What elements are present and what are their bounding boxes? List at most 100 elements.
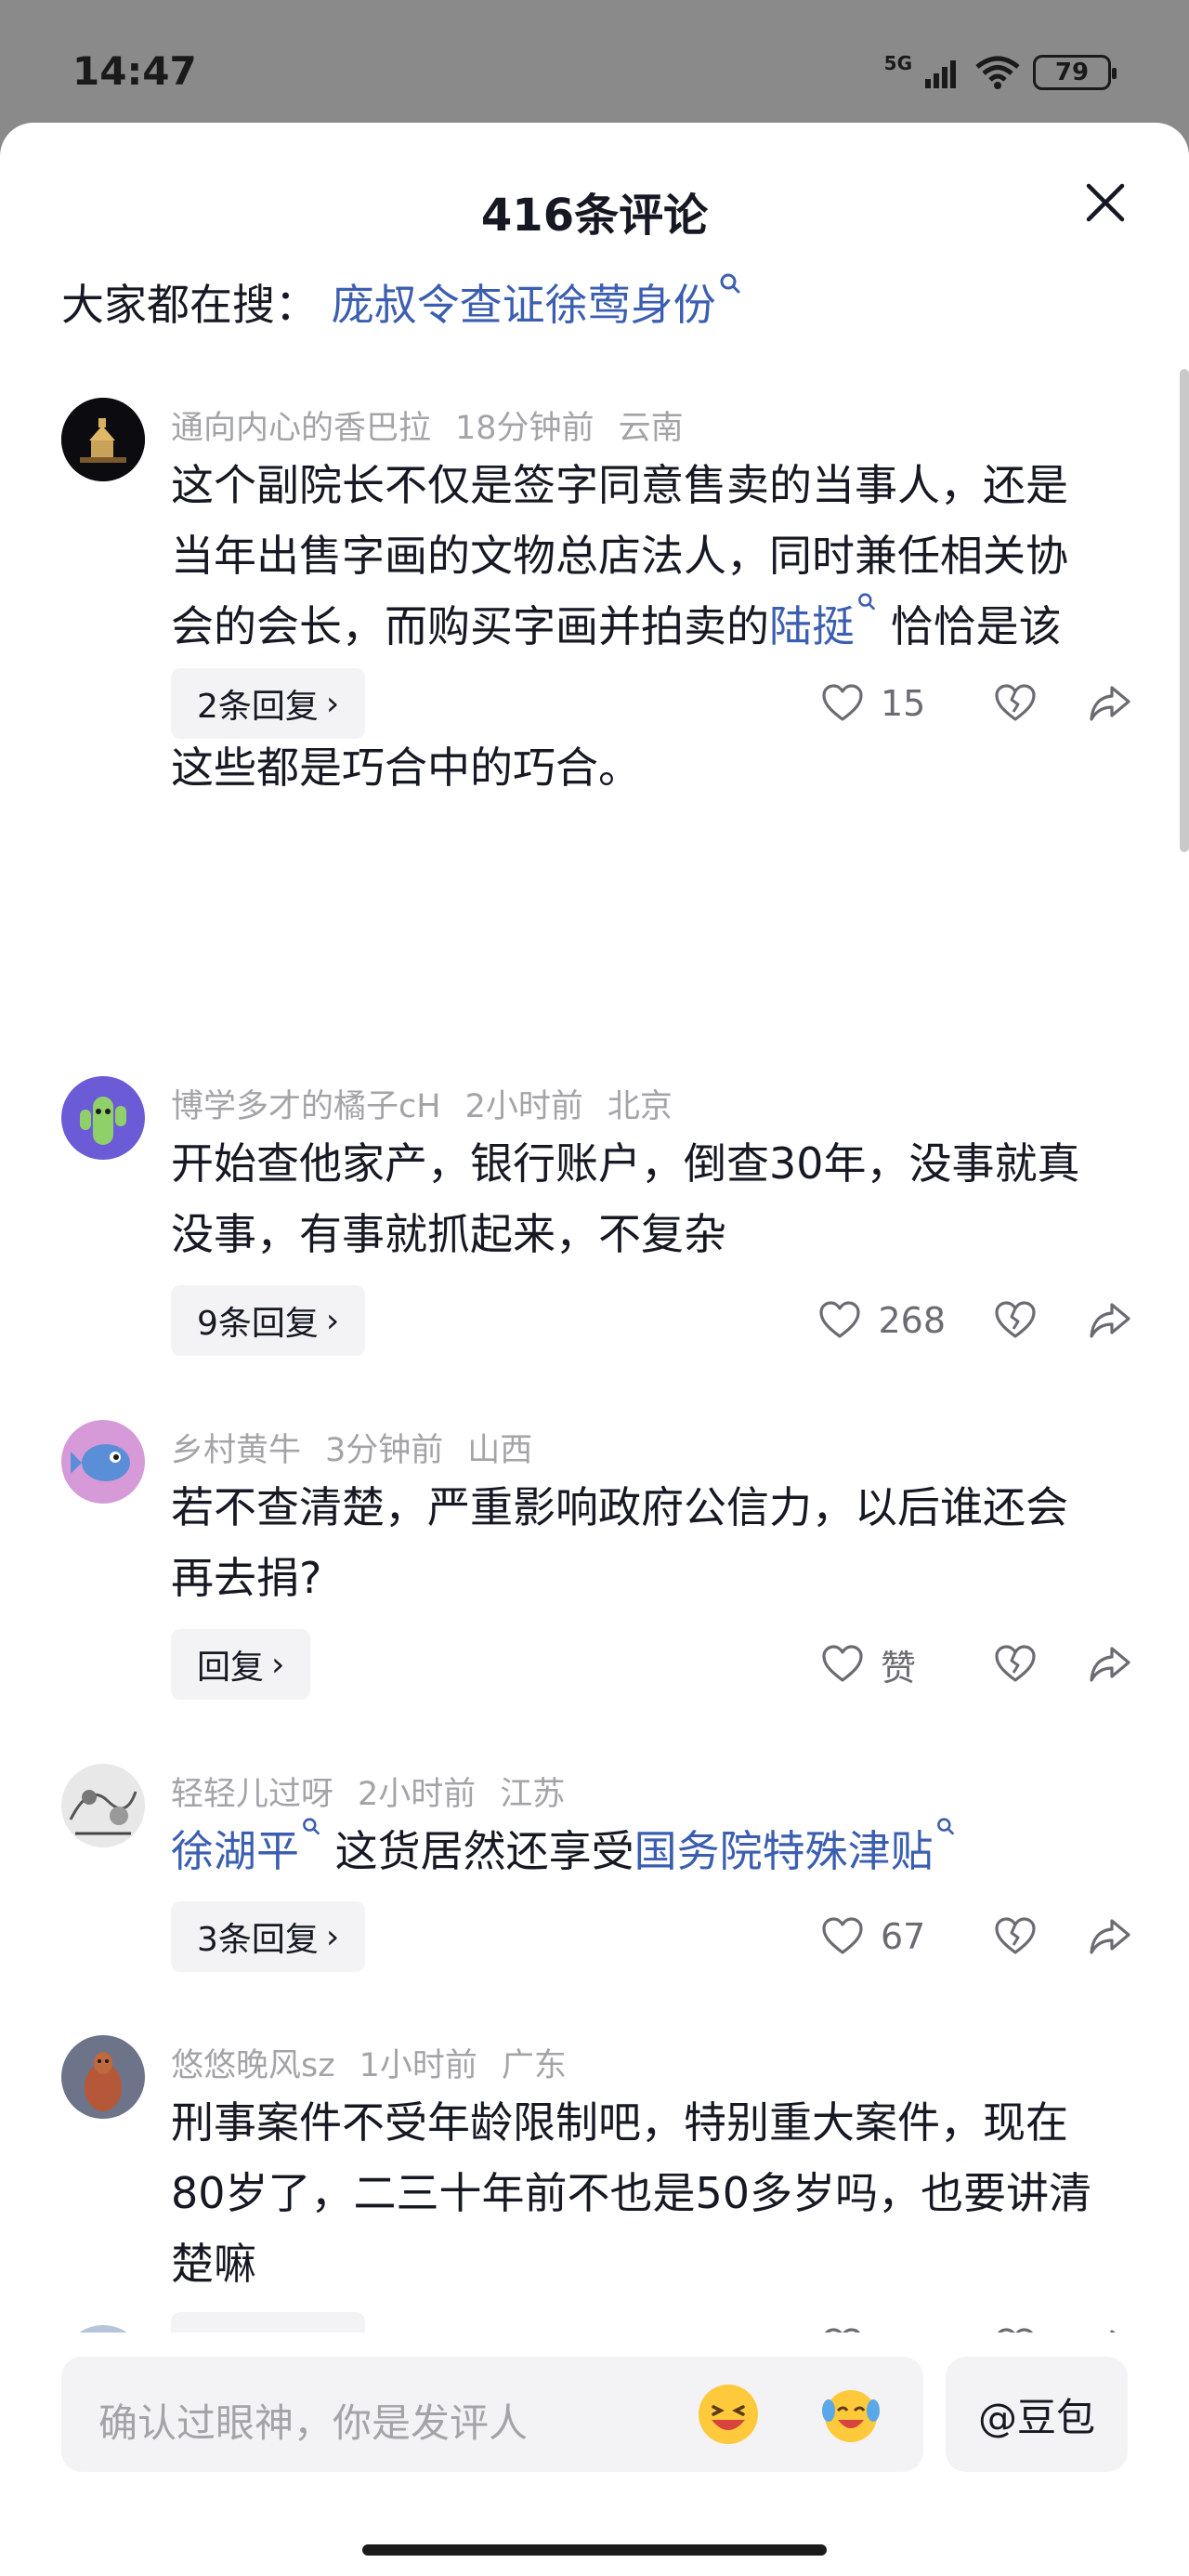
like-button[interactable]: 15 — [819, 680, 946, 727]
avatar[interactable] — [61, 1764, 145, 1847]
status-time: 14:47 — [72, 48, 197, 94]
replies-label: 3条回复 — [197, 1921, 319, 1959]
comment-text: 徐湖平 这货居然还享受国务院特殊津贴 — [171, 1816, 1100, 1886]
comment-actions: 15 — [819, 668, 1133, 739]
comment-item: 乡村黄牛 3分钟前 山西 若不查清楚，严重影响政府公信力，以后谁还会再去捐? 回复 ›… — [0, 1420, 1189, 1700]
comment-link-text[interactable]: 徐湖平 — [171, 1826, 299, 1876]
heart-icon[interactable] — [819, 1641, 866, 1688]
like-count: 268 — [878, 1300, 946, 1341]
like-button[interactable]: 赞 — [819, 1639, 946, 1690]
trending-search-link[interactable]: 庞叔令查证徐莺身份 — [332, 273, 742, 330]
share-icon[interactable] — [1087, 1913, 1133, 1960]
reply-button[interactable]: 回复 › — [171, 1629, 311, 1700]
like-count: 赞 — [881, 1647, 917, 1689]
like-button[interactable]: 268 — [817, 1297, 946, 1344]
trending-search-prefix: 大家都在搜： — [61, 280, 318, 330]
like-count: 15 — [881, 683, 926, 724]
replies-label: 2条回复 — [197, 688, 319, 726]
comment-text: 开始查他家产，银行账户，倒查30年，没事就真没事，有事就抓起来，不复杂 — [171, 1138, 1080, 1259]
view-replies-button[interactable]: 2条回复 › — [171, 668, 366, 739]
comment-meta: 博学多才的橘子cH 2小时前 北京 — [171, 1080, 697, 1127]
comment-username[interactable]: 悠悠晚风sz — [171, 2047, 335, 2084]
comment-item: 博学多才的橘子cH 2小时前 北京 开始查他家产，银行账户，倒查30年，没事就真没事… — [0, 1076, 1189, 1356]
grin-emoji-icon[interactable] — [697, 2383, 760, 2446]
comment-text: 若不查清楚，严重影响政府公信力，以后谁还会再去捐? — [171, 1482, 1068, 1603]
comment-username[interactable]: 轻轻儿过呀 — [171, 1776, 333, 1813]
comment-sheet: 416条评论 大家都在搜： 庞叔令查证徐莺身份 通向内心的香巴拉 18分钟前 云南 … — [0, 123, 1189, 2576]
comment-actions: 赞 — [819, 1629, 1133, 1700]
comment-time: 3分钟前 — [325, 1432, 444, 1469]
comment-count-title: 416条评论 — [480, 190, 709, 242]
comment-search-link[interactable]: 徐湖平 — [171, 1818, 321, 1876]
comment-meta: 通向内心的香巴拉 18分钟前 云南 — [171, 401, 708, 449]
trending-search-query[interactable]: 庞叔令查证徐莺身份 — [332, 280, 716, 330]
wifi-icon — [975, 56, 1020, 89]
comment-meta: 乡村黄牛 3分钟前 山西 — [171, 1424, 556, 1471]
avatar[interactable] — [61, 2035, 145, 2119]
search-link-icon — [858, 593, 875, 611]
chevron-right-icon: › — [325, 684, 340, 723]
comment-location: 江苏 — [500, 1776, 566, 1813]
heart-icon[interactable] — [819, 680, 866, 727]
view-replies-button[interactable]: 9条回复 › — [171, 1285, 366, 1356]
trending-search-line: 大家都在搜： 庞叔令查证徐莺身份 — [61, 271, 742, 333]
comment-text-part: 这货居然还享受 — [321, 1826, 634, 1876]
laugh-cry-emoji-icon[interactable] — [819, 2383, 882, 2446]
comment-search-link[interactable]: 陆挺 — [769, 593, 877, 651]
comment-search-link[interactable]: 国务院特殊津贴 — [634, 1818, 956, 1876]
search-link-icon — [720, 273, 740, 294]
comment-time: 2小时前 — [358, 1776, 477, 1813]
comment-input-bar: 确认过眼神，你是发评人 @豆包 — [0, 2333, 1189, 2576]
search-link-icon — [303, 1818, 320, 1835]
share-icon[interactable] — [1087, 1641, 1133, 1688]
home-indicator[interactable] — [362, 2544, 827, 2556]
status-indicators: 5G 79 — [884, 52, 1117, 93]
view-replies-button[interactable]: 3条回复 › — [171, 1901, 366, 1972]
comment-meta: 轻轻儿过呀 2小时前 江苏 — [171, 1768, 589, 1815]
chevron-right-icon: › — [325, 1917, 340, 1956]
avatar-image — [61, 1764, 145, 1847]
avatar-image — [61, 1076, 145, 1160]
status-bar: 14:47 5G 79 — [0, 0, 1189, 125]
comment-location: 广东 — [501, 2047, 567, 2084]
comment-text: 这个副院长不仅是签字同意售卖的当事人，还是当年出售字画的文物总店法人，同时兼任相… — [171, 450, 1100, 803]
broken-heart-icon[interactable] — [992, 1641, 1039, 1688]
comment-username[interactable]: 乡村黄牛 — [171, 1432, 301, 1469]
comment-username[interactable]: 博学多才的橘子cH — [171, 1088, 441, 1125]
avatar[interactable] — [61, 398, 145, 481]
comment-actions: 67 — [819, 1901, 1133, 1972]
search-link-icon — [936, 1818, 954, 1835]
comment-item: 通向内心的香巴拉 18分钟前 云南 这个副院长不仅是签字同意售卖的当事人，还是当年出… — [0, 398, 1189, 807]
comment-username[interactable]: 通向内心的香巴拉 — [171, 410, 431, 447]
chevron-right-icon: › — [325, 1301, 340, 1340]
comment-time: 2小时前 — [464, 1088, 583, 1125]
chevron-right-icon: › — [271, 1645, 285, 1684]
avatar[interactable] — [61, 1420, 145, 1504]
comment-location: 云南 — [618, 410, 684, 447]
heart-icon[interactable] — [819, 1913, 866, 1960]
avatar[interactable] — [61, 1076, 145, 1160]
comment-location: 北京 — [607, 1088, 673, 1125]
comment-item: 轻轻儿过呀 2小时前 江苏 徐湖平 这货居然还享受国务院特殊津贴 3条回复 › 67 — [0, 1764, 1189, 1978]
broken-heart-icon[interactable] — [992, 680, 1039, 727]
share-icon[interactable] — [1087, 1297, 1133, 1344]
broken-heart-icon[interactable] — [992, 1913, 1039, 1960]
close-icon[interactable] — [1083, 180, 1128, 225]
comment-actions: 268 — [817, 1285, 1133, 1356]
comment-text: 刑事案件不受年龄限制吧，特别重大案件，现在80岁了，二三十年前不也是50多岁吗，… — [171, 2097, 1092, 2289]
heart-icon[interactable] — [817, 1297, 863, 1344]
replies-label: 9条回复 — [197, 1305, 319, 1343]
comment-input[interactable]: 确认过眼神，你是发评人 — [61, 2357, 923, 2472]
comment-link-text[interactable]: 国务院特殊津贴 — [634, 1826, 934, 1876]
share-icon[interactable] — [1087, 680, 1133, 727]
at-doubao-button[interactable]: @豆包 — [946, 2357, 1128, 2472]
like-count: 67 — [881, 1916, 926, 1957]
comment-time: 1小时前 — [359, 2047, 477, 2084]
comment-time: 18分钟前 — [455, 410, 594, 447]
comment-link-text[interactable]: 陆挺 — [769, 601, 855, 651]
comment-text-part: 这些都是巧合中的巧合。 — [171, 743, 641, 793]
replies-label: 回复 — [197, 1649, 265, 1687]
broken-heart-icon[interactable] — [992, 1297, 1039, 1344]
comment-location: 山西 — [467, 1432, 533, 1469]
like-button[interactable]: 67 — [819, 1913, 946, 1960]
